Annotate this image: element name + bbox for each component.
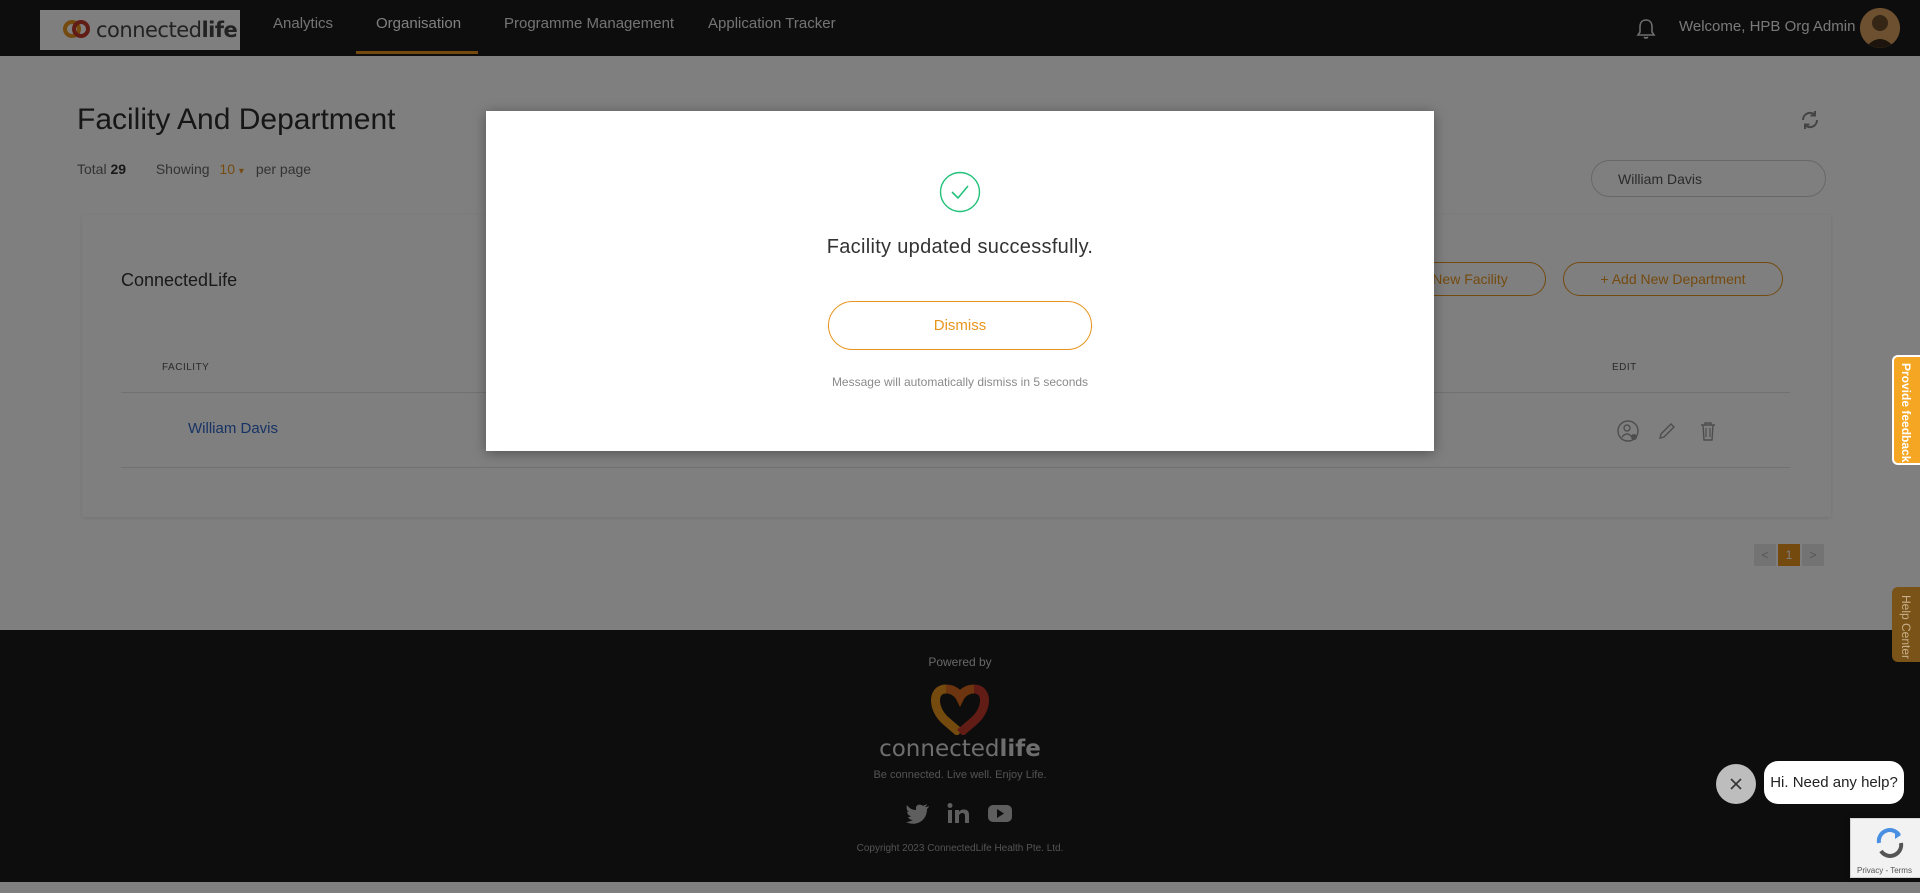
- auto-dismiss-note: Message will automatically dismiss in 5 …: [831, 375, 1089, 389]
- success-check-icon: [939, 171, 981, 213]
- recaptcha-privacy-terms[interactable]: Privacy - Terms: [1857, 866, 1912, 875]
- provide-feedback-tab[interactable]: Provide feedback: [1892, 355, 1920, 465]
- chat-close-button[interactable]: [1716, 764, 1756, 804]
- provide-feedback-label: Provide feedback: [1899, 363, 1913, 463]
- success-modal: Facility updated successfully. Dismiss M…: [486, 111, 1434, 451]
- help-center-label: Help Center: [1899, 595, 1913, 660]
- success-message: Facility updated successfully.: [826, 236, 1094, 258]
- dismiss-button[interactable]: Dismiss: [828, 301, 1092, 350]
- close-icon: [1730, 778, 1742, 790]
- help-center-tab[interactable]: Help Center: [1892, 587, 1920, 662]
- recaptcha-badge[interactable]: Privacy - Terms: [1850, 818, 1920, 878]
- chat-help-bubble[interactable]: Hi. Need any help?: [1764, 761, 1904, 804]
- recaptcha-icon: [1876, 828, 1904, 858]
